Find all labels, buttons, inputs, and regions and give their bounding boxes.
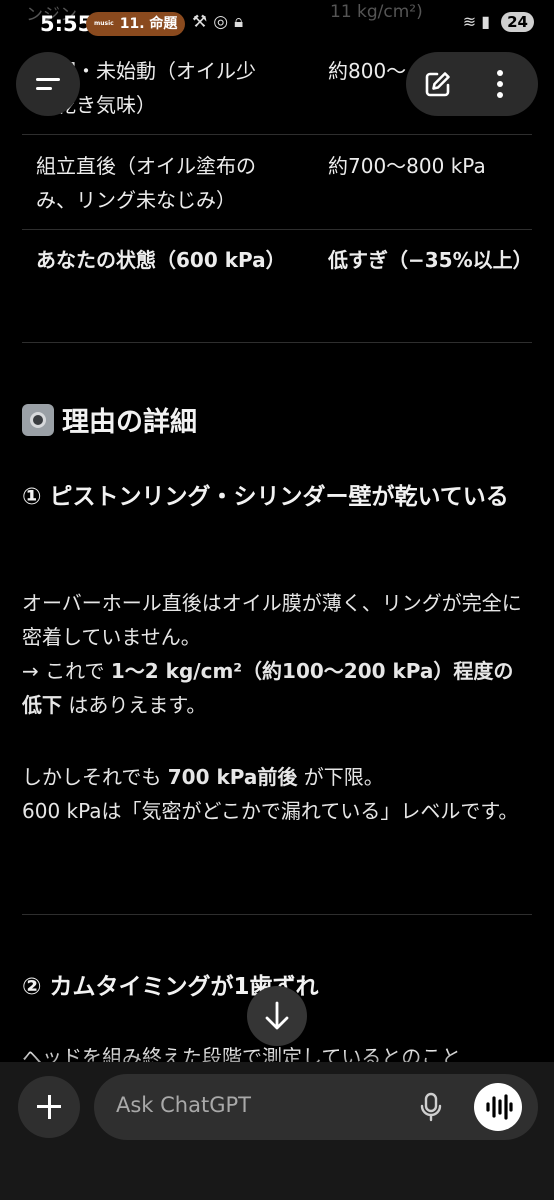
reason1-arrow-text: → これで [22,659,111,683]
gavel-icon: ⚒ [192,12,214,32]
table-cell-pressure: 低すぎ（−35%以上） [328,248,533,272]
battery-indicator: 24 [501,12,534,32]
reason1-post-text: が下限。 [297,765,384,789]
attach-button[interactable] [18,1076,80,1138]
status-time: 5:55 [40,12,93,36]
more-options-icon[interactable] [496,68,504,100]
mic-icon[interactable] [420,1092,442,1122]
battery-level: 24 [507,13,528,31]
prompt-input[interactable]: Ask ChatGPT [94,1074,538,1140]
table-cell-pressure: 約700〜800 kPa [328,154,486,178]
plus-icon-stroke [47,1095,51,1119]
wifi-icon: ≋ [462,12,477,31]
music-label: music [94,20,114,27]
status-right: ≋ ▮ 24 [463,12,534,32]
reason1-paragraph: オーバーホール直後はオイル膜が薄く、リングが完全に密着していません。 → これで… [22,586,532,722]
prompt-placeholder: Ask ChatGPT [116,1093,251,1117]
table-row: あなたの状態（600 kPa） 低すぎ（−35%以上） [22,230,533,292]
table-row: 組立直後（オイル塗布の み、リング未なじみ） 約700〜800 kPa [22,135,532,230]
scrolled-text-right: 11 kg/cm²) [330,2,423,22]
signal-icon: ▮ [481,12,491,31]
table-cell-condition: 組立直後（オイル塗布の み、リング未なじみ） [36,154,256,212]
reason1-tail-text: はありえます。 [62,693,207,717]
section-title: 理由の詳細 [62,407,197,438]
notification-pill[interactable]: music 11. 命題 [86,12,186,36]
gear-icon [22,404,54,436]
reason1-heading: ① ピストンリング・シリンダー壁が乾いている [22,484,509,510]
menu-line [36,78,60,81]
reason1-text: オーバーホール直後はオイル膜が薄く、リングが完全に密着していません。 [22,591,522,649]
header-actions [406,52,538,116]
status-bar: ンジン 11 kg/cm²) 5:55 music 11. 命題 ⚒◎🔒︎ ≋ ▮… [0,0,554,46]
reason1-conclusion: 600 kPaは「気密がどこかで漏れている」レベルです。 [22,799,519,823]
voice-mode-button[interactable] [474,1083,522,1131]
menu-line [36,87,52,90]
scroll-to-bottom-button[interactable] [247,986,307,1046]
new-chat-edit-icon[interactable] [424,70,452,98]
reason1-paragraph-2: しかしそれでも 700 kPa前後 が下限。 600 kPaは「気密がどこかで漏… [22,760,532,828]
reason1-pre-text: しかしそれでも [22,765,168,789]
divider [22,342,532,343]
divider [22,914,532,915]
menu-button[interactable] [16,52,80,116]
sync-icon: ◎ [213,12,235,32]
section-heading: 理由の詳細 [22,400,197,439]
reason1-limit-bold: 700 kPa前後 [167,765,298,789]
lock-icon: 🔒︎ [234,12,250,32]
waveform-icon [486,1094,513,1120]
composer-bar: Ask ChatGPT [0,1062,554,1200]
status-icons: ⚒◎🔒︎ [192,12,249,32]
table-cell-condition: あなたの状態（600 kPa） [36,248,286,272]
notification-pill-text: 11. 命題 [119,16,178,32]
arrow-down-icon [265,1001,289,1030]
